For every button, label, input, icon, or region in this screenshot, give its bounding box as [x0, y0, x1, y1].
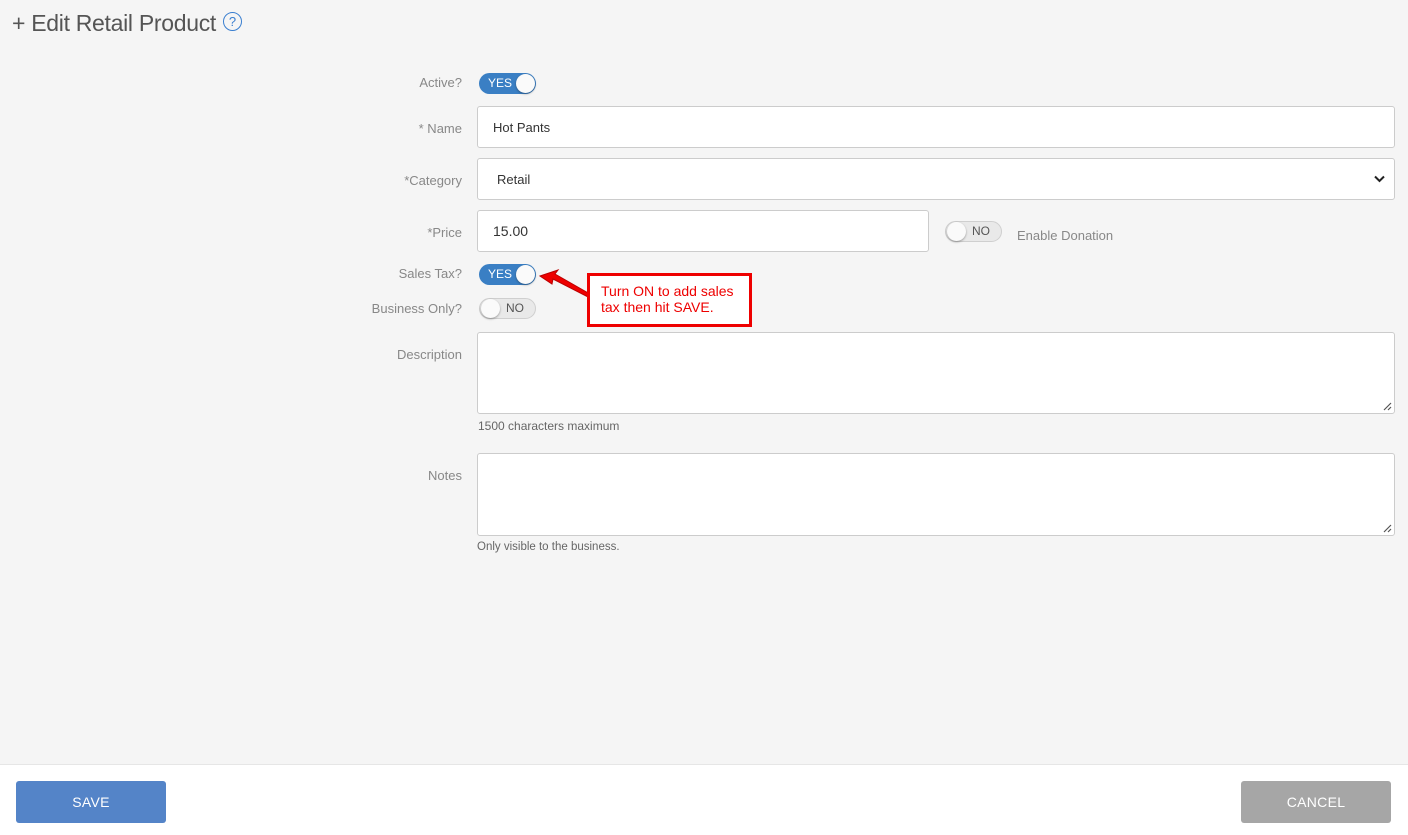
toggle-knob — [947, 222, 966, 241]
active-label: Active? — [419, 75, 462, 90]
notes-textarea[interactable] — [477, 453, 1395, 536]
cancel-button[interactable]: CANCEL — [1241, 781, 1391, 823]
business-only-toggle-text: NO — [506, 301, 524, 315]
enable-donation-label: Enable Donation — [1017, 228, 1114, 243]
save-button[interactable]: SAVE — [16, 781, 166, 823]
business-only-label: Business Only? — [371, 301, 462, 316]
business-only-toggle[interactable]: NO — [479, 298, 536, 319]
name-label: * Name — [418, 121, 462, 136]
annotation-arrow — [538, 269, 591, 298]
page-header: + Edit Retail Product ? — [12, 10, 243, 37]
resize-handle-icon[interactable] — [1383, 402, 1392, 411]
price-label: *Price — [427, 225, 462, 240]
notes-label: Notes — [428, 468, 462, 483]
sales-tax-toggle[interactable]: YES — [479, 264, 536, 285]
active-toggle[interactable]: YES — [479, 73, 536, 94]
price-input[interactable]: 15.00 — [477, 210, 929, 252]
description-textarea[interactable] — [477, 332, 1395, 414]
toggle-knob — [516, 74, 535, 93]
annotation-line-2: tax then hit SAVE. — [601, 299, 714, 315]
page-title: + Edit Retail Product — [12, 10, 217, 36]
resize-handle-icon[interactable] — [1383, 524, 1392, 533]
footer-bar: SAVE CANCEL — [0, 764, 1408, 835]
donation-toggle[interactable]: NO — [945, 221, 1002, 242]
description-hint: 1500 characters maximum — [478, 419, 620, 433]
category-label: *Category — [404, 173, 462, 188]
sales-tax-toggle-text: YES — [488, 267, 513, 281]
annotation-line-1: Turn ON to add sales — [601, 283, 734, 299]
price-value: 15.00 — [493, 223, 529, 239]
annotation-callout: Turn ON to add sales tax then hit SAVE. — [587, 273, 752, 327]
category-select[interactable]: Retail — [477, 158, 1395, 200]
help-icon[interactable]: ? — [223, 12, 243, 31]
notes-hint: Only visible to the business. — [477, 541, 620, 553]
active-toggle-text: YES — [488, 76, 513, 90]
donation-toggle-text: NO — [972, 224, 990, 238]
name-value: Hot Pants — [493, 119, 551, 135]
sales-tax-label: Sales Tax? — [398, 266, 462, 281]
name-input[interactable]: Hot Pants — [477, 106, 1395, 148]
toggle-knob — [516, 265, 535, 284]
category-value: Retail — [497, 171, 531, 187]
description-label: Description — [396, 347, 462, 362]
toggle-knob — [481, 299, 500, 318]
chevron-down-icon — [1374, 175, 1385, 183]
